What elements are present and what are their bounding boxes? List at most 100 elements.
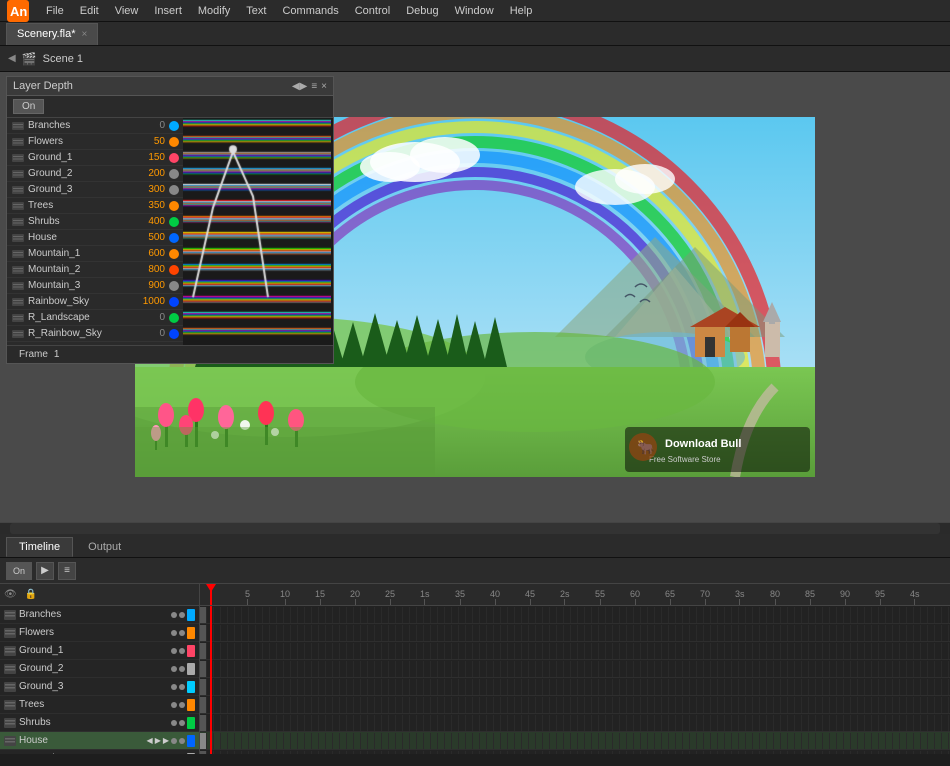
frame-cell[interactable] [515, 679, 522, 695]
frame-cell[interactable] [508, 661, 515, 677]
file-tab[interactable]: Scenery.fla* × [6, 23, 98, 45]
frame-cell[interactable] [774, 679, 781, 695]
frame-cell[interactable] [522, 751, 529, 755]
frame-cell[interactable] [382, 715, 389, 731]
tl-layer-row[interactable]: Trees [0, 696, 199, 714]
frame-cell[interactable] [228, 697, 235, 713]
frame-cell[interactable] [438, 661, 445, 677]
frame-cell[interactable] [529, 607, 536, 623]
frame-cell[interactable] [823, 607, 830, 623]
frame-cell[interactable] [200, 715, 207, 731]
frame-cell[interactable] [466, 715, 473, 731]
tl-layer-row[interactable]: Branches [0, 606, 199, 624]
frame-cell[interactable] [774, 751, 781, 755]
frame-cell[interactable] [613, 607, 620, 623]
frame-cell[interactable] [494, 733, 501, 749]
frame-cell[interactable] [718, 751, 725, 755]
frame-cell[interactable] [844, 625, 851, 641]
frame-cell[interactable] [340, 697, 347, 713]
frame-cell[interactable] [823, 625, 830, 641]
frame-cell[interactable] [830, 733, 837, 749]
frame-cell[interactable] [354, 733, 361, 749]
frame-cell[interactable] [571, 733, 578, 749]
frame-cell[interactable] [403, 679, 410, 695]
frame-cell[interactable] [298, 607, 305, 623]
frame-cell[interactable] [550, 697, 557, 713]
frame-cell[interactable] [760, 643, 767, 659]
tl-lock-dot[interactable] [179, 630, 185, 636]
frame-cell[interactable] [529, 733, 536, 749]
frame-cell[interactable] [291, 679, 298, 695]
frame-cell[interactable] [683, 625, 690, 641]
frame-cell[interactable] [508, 733, 515, 749]
frame-cell[interactable] [536, 679, 543, 695]
frame-cell[interactable] [935, 679, 942, 695]
frame-cell[interactable] [662, 733, 669, 749]
frame-cell[interactable] [550, 625, 557, 641]
frame-cell[interactable] [886, 715, 893, 731]
frame-cell[interactable] [389, 733, 396, 749]
frame-cell[interactable] [788, 751, 795, 755]
frame-cell[interactable] [249, 607, 256, 623]
frame-cell[interactable] [305, 697, 312, 713]
frame-cell[interactable] [746, 661, 753, 677]
frame-cell[interactable] [711, 679, 718, 695]
frame-cell[interactable] [795, 679, 802, 695]
frame-cell[interactable] [837, 625, 844, 641]
frame-cell[interactable] [921, 607, 928, 623]
frame-cell[interactable] [361, 715, 368, 731]
frame-cell[interactable] [578, 715, 585, 731]
frame-cell[interactable] [648, 679, 655, 695]
frame-cell[interactable] [718, 643, 725, 659]
frame-cell[interactable] [585, 607, 592, 623]
frame-cell[interactable] [746, 751, 753, 755]
frame-cell[interactable] [809, 607, 816, 623]
frame-cell[interactable] [403, 697, 410, 713]
frame-cell[interactable] [389, 661, 396, 677]
frame-cell[interactable] [697, 607, 704, 623]
frame-cell[interactable] [907, 643, 914, 659]
frame-cell[interactable] [683, 733, 690, 749]
frame-cell[interactable] [340, 733, 347, 749]
frame-cell[interactable] [235, 751, 242, 755]
frame-cell[interactable] [872, 679, 879, 695]
menu-file[interactable]: File [38, 3, 72, 19]
frame-cell[interactable] [613, 643, 620, 659]
frame-cell[interactable] [585, 679, 592, 695]
frame-cell[interactable] [578, 751, 585, 755]
frame-cell[interactable] [508, 625, 515, 641]
frame-cell[interactable] [641, 751, 648, 755]
frame-cell[interactable] [676, 607, 683, 623]
frame-cell[interactable] [207, 679, 214, 695]
frame-cell[interactable] [291, 625, 298, 641]
frame-cell[interactable] [235, 643, 242, 659]
frame-cell[interactable] [641, 715, 648, 731]
frame-cell[interactable] [746, 643, 753, 659]
frame-cell[interactable] [900, 733, 907, 749]
frame-cell[interactable] [900, 715, 907, 731]
frame-cell[interactable] [319, 697, 326, 713]
frame-cell[interactable] [249, 697, 256, 713]
frame-cell[interactable] [739, 607, 746, 623]
frame-cell[interactable] [641, 625, 648, 641]
frame-cell[interactable] [830, 715, 837, 731]
frame-cell[interactable] [634, 607, 641, 623]
frame-cell[interactable] [739, 679, 746, 695]
frame-cell[interactable] [298, 697, 305, 713]
frame-cell[interactable] [802, 751, 809, 755]
tl-layer-row[interactable]: Ground_3 [0, 678, 199, 696]
frame-cell[interactable] [634, 679, 641, 695]
frame-cell[interactable] [354, 679, 361, 695]
frame-cell[interactable] [221, 679, 228, 695]
frame-cell[interactable] [326, 751, 333, 755]
frame-cell[interactable] [319, 751, 326, 755]
frame-cell[interactable] [795, 661, 802, 677]
frame-cell[interactable] [207, 625, 214, 641]
frame-cell[interactable] [655, 661, 662, 677]
frame-cell[interactable] [298, 733, 305, 749]
frame-cell[interactable] [340, 715, 347, 731]
frame-cell[interactable] [270, 751, 277, 755]
frame-cell[interactable] [550, 751, 557, 755]
frame-cell[interactable] [893, 661, 900, 677]
frame-cell[interactable] [277, 643, 284, 659]
